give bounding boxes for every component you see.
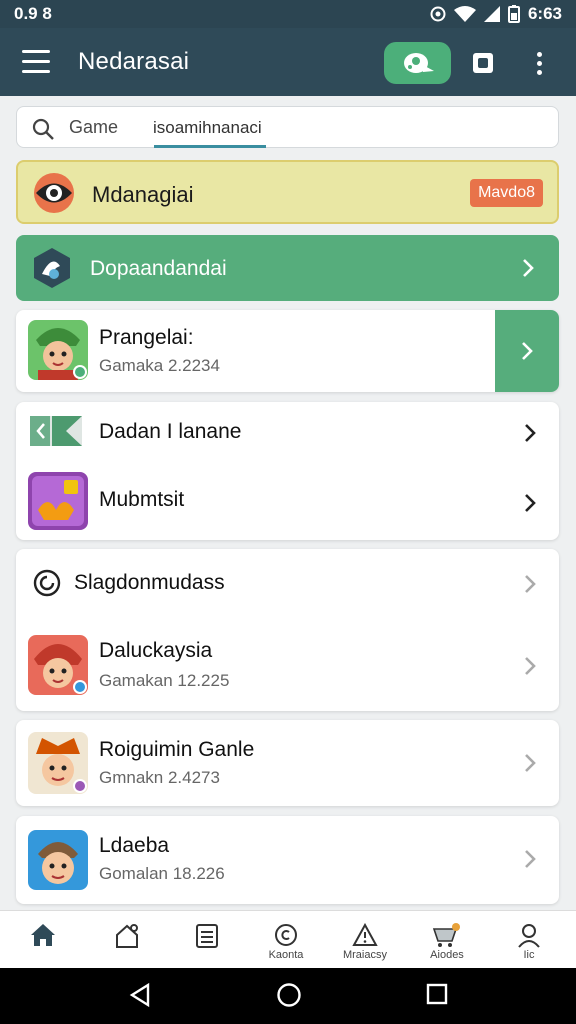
nav-profile[interactable]: Iic xyxy=(497,911,561,969)
home-circle-icon[interactable] xyxy=(276,982,302,1008)
list-item-subtitle: Gmnakn 2.4273 xyxy=(99,768,220,787)
status-time-right: 6:63 xyxy=(527,4,562,23)
search-category-label[interactable]: Game xyxy=(69,117,118,138)
promo-card-green[interactable]: Dopaandandai xyxy=(16,235,559,301)
promo-yellow-title: Mdanagiai xyxy=(92,182,194,207)
section-header-title: Slagdonmudass xyxy=(74,571,225,594)
featured-game-subtitle: Gamaka 2.2234 xyxy=(99,356,220,375)
list-item-name: Dadan I lanane xyxy=(99,420,242,443)
nav-mraiacsy[interactable]: Mraiacsy xyxy=(333,911,397,969)
list-item-name: Roiguimin Ganle xyxy=(99,738,255,761)
bottom-navigation: Kaonta Mraiacsy Aiodes Iic xyxy=(0,910,576,968)
status-bar: 0.9 8 6:63 xyxy=(0,0,576,28)
battery-icon xyxy=(507,5,520,23)
chevron-right-icon xyxy=(523,259,534,277)
search-icon[interactable] xyxy=(31,117,55,141)
app-title: Nedarasai xyxy=(78,48,190,75)
square-frame-icon xyxy=(473,53,493,73)
promo-card-yellow[interactable]: Mdanagiai Mavdo8 xyxy=(16,160,559,224)
nav-home[interactable] xyxy=(11,911,75,969)
store-house-icon xyxy=(116,924,138,948)
search-bar: Game xyxy=(16,106,559,148)
list-item[interactable]: Ldaeba Gomalan 18.226 xyxy=(16,816,559,904)
recents-icon[interactable] xyxy=(426,982,448,1006)
search-input[interactable] xyxy=(139,111,549,145)
nav-kaonta[interactable]: Kaonta xyxy=(254,911,318,969)
game-list-card-4: Ldaeba Gomalan 18.226 xyxy=(16,816,559,904)
game-tile-icon xyxy=(28,472,88,530)
copyright-circle-icon xyxy=(275,924,297,946)
chevron-right-icon xyxy=(525,657,536,675)
warning-triangle-icon xyxy=(352,923,378,946)
status-icons: 6:63 xyxy=(430,4,562,24)
game-list-card-1: Dadan I lanane Mubmtsit xyxy=(16,402,559,540)
list-item-subtitle: Gomalan 18.226 xyxy=(99,864,225,883)
list-item-featured[interactable]: Prangelai: Gamaka 2.2234 xyxy=(16,310,559,392)
game-list-card-3: Roiguimin Ganle Gmnakn 2.4273 xyxy=(16,720,559,806)
chevron-right-icon xyxy=(525,754,536,772)
person-icon xyxy=(518,924,540,948)
list-item-name: Mubmtsit xyxy=(99,488,185,511)
chevron-right-icon xyxy=(525,494,536,512)
hamburger-menu-icon[interactable] xyxy=(22,50,50,74)
chevron-right-icon xyxy=(525,575,536,593)
app-shield-logo-icon xyxy=(34,248,70,288)
signal-icon xyxy=(483,6,500,22)
featured-open-button[interactable] xyxy=(495,310,559,392)
chevron-right-icon xyxy=(522,342,533,360)
chevron-right-icon xyxy=(525,850,536,868)
game-list-card-2: Slagdonmudass Daluckaysia Gamakan 12.225 xyxy=(16,549,559,711)
home-icon xyxy=(31,924,55,946)
game-avatar-icon xyxy=(28,320,88,380)
chevron-right-icon xyxy=(525,424,536,442)
eye-logo-icon xyxy=(34,173,74,213)
game-avatar-icon xyxy=(28,732,88,794)
list-item[interactable]: Daluckaysia Gamakan 12.225 xyxy=(16,615,559,711)
gamepad-icon xyxy=(403,53,434,73)
search-focus-underline xyxy=(154,145,266,148)
game-controller-button[interactable] xyxy=(384,42,451,84)
wifi-icon xyxy=(453,6,476,22)
document-list-icon xyxy=(196,924,218,948)
back-icon[interactable] xyxy=(128,982,152,1008)
promo-green-title: Dopaandandai xyxy=(90,257,227,280)
nav-aiodes[interactable]: Aiodes xyxy=(415,911,479,969)
cart-icon xyxy=(432,923,460,947)
status-time-left: 0.9 8 xyxy=(14,4,52,23)
nav-list[interactable] xyxy=(175,911,239,969)
data-saver-icon xyxy=(430,6,446,22)
screenshot-button[interactable] xyxy=(468,48,498,78)
section-header-row[interactable]: Slagdonmudass xyxy=(16,549,559,615)
tag-flag-icon xyxy=(30,416,82,446)
list-item-name: Daluckaysia xyxy=(99,639,213,662)
list-item[interactable]: Mubmtsit xyxy=(16,464,559,540)
featured-game-card: Prangelai: Gamaka 2.2234 xyxy=(16,310,559,392)
nav-store[interactable] xyxy=(95,911,159,969)
system-navigation-bar xyxy=(0,968,576,1024)
app-bar: Nedarasai xyxy=(0,28,576,96)
promo-badge[interactable]: Mavdo8 xyxy=(470,179,543,207)
list-item-name: Ldaeba xyxy=(99,834,170,857)
featured-game-name: Prangelai: xyxy=(99,326,194,349)
list-item[interactable]: Dadan I lanane xyxy=(16,402,559,464)
list-item[interactable]: Roiguimin Ganle Gmnakn 2.4273 xyxy=(16,720,559,806)
list-item-subtitle: Gamakan 12.225 xyxy=(99,671,230,690)
game-avatar-icon xyxy=(28,830,88,890)
game-avatar-icon xyxy=(28,635,88,695)
more-options-icon[interactable] xyxy=(528,48,550,78)
refresh-circle-icon xyxy=(33,569,61,597)
